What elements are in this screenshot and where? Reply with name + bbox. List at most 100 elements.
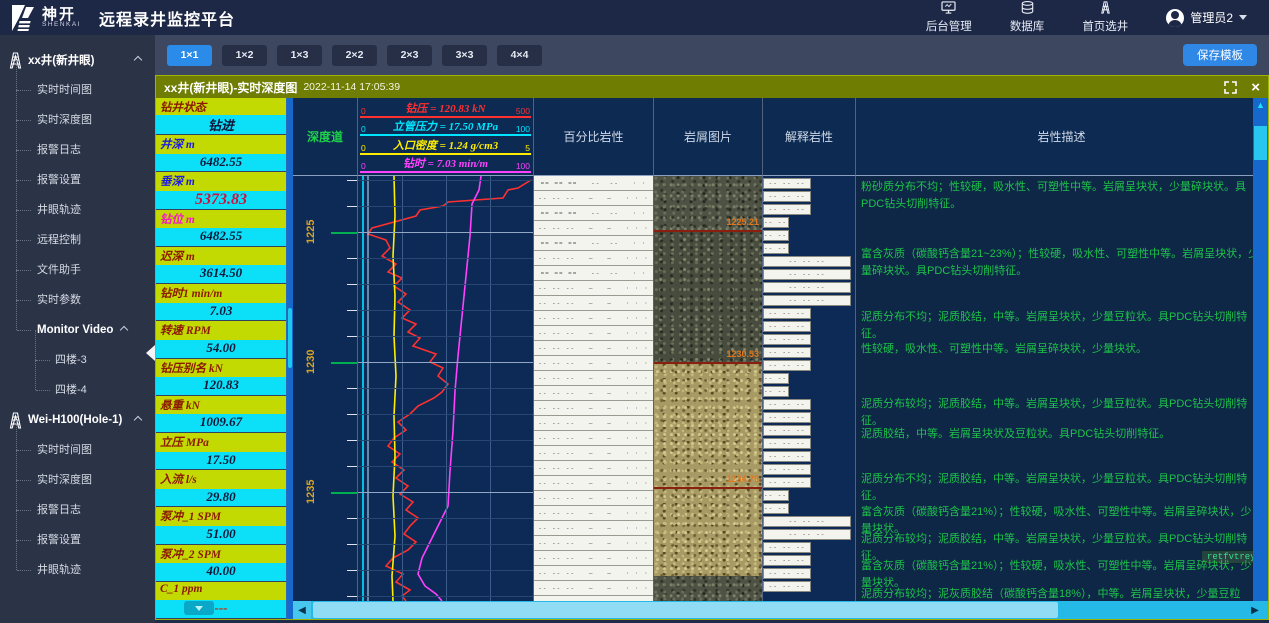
- curve-name-value: 入口密度 = 1.24 g/cm3: [393, 137, 498, 153]
- user-menu[interactable]: 管理员2: [1166, 9, 1247, 27]
- tree-item-实时参数[interactable]: 实时参数: [0, 285, 155, 315]
- interp-lithology-block: -- -- --: [763, 282, 851, 293]
- tree-item-文件助手[interactable]: 文件助手: [0, 255, 155, 285]
- depth-minor-tick: [347, 258, 357, 259]
- vertical-scrollbar[interactable]: ▲ ▼: [1253, 98, 1268, 619]
- scale-min: 0: [361, 161, 366, 171]
- horizontal-scrollbar[interactable]: ◀ ▶: [293, 601, 1268, 619]
- tree-item-报警日志[interactable]: 报警日志: [0, 135, 155, 165]
- depth-minor-tick: [347, 336, 357, 337]
- cuttings-photo-section: 1234.76: [654, 364, 762, 489]
- tree-item-井眼轨迹[interactable]: 井眼轨迹: [0, 195, 155, 225]
- cuttings-pictures-header: 岩屑图片: [654, 98, 763, 176]
- gridline-horizontal: [358, 310, 533, 311]
- param-label: 转速 RPM: [156, 321, 286, 340]
- tree-item-井眼轨迹[interactable]: 井眼轨迹: [0, 555, 155, 585]
- lithology-description-text: 泥质分布不均；泥质胶结，中等。岩屑呈块状，少量豆粒状。具PDC钻头切削特征。: [861, 309, 1260, 343]
- interp-lithology-block: -- -- --: [763, 373, 789, 384]
- depth-minor-tick: [347, 284, 357, 285]
- vertical-scrollbar-thumb[interactable]: [1254, 126, 1267, 160]
- interp-lithology-block: -- -- --: [763, 386, 789, 397]
- depth-minor-tick: [347, 570, 357, 571]
- depth-major-tick: [331, 492, 357, 494]
- tree-item-四楼-4[interactable]: 四楼-4: [0, 375, 155, 405]
- interp-lithology-block: -- -- --: [763, 503, 789, 514]
- cuttings-photo-section: [654, 576, 762, 601]
- lithology-description-text: 粉砂质分布不均；性较硬，吸水性、可塑性中等。岩屑呈块状，少量碎块状。具PDC钻头…: [861, 179, 1260, 213]
- horizontal-scrollbar-thumb[interactable]: [313, 602, 1058, 618]
- interpreted-lithology-header: 解释岩性: [763, 98, 856, 176]
- chevron-up-icon: [134, 56, 142, 64]
- percent-lithology-row: -- -- -- — — · · ·: [534, 281, 653, 296]
- interp-lithology-block: -- -- --: [763, 529, 851, 540]
- log-body: 122512301235 == == == -- -- · ·-- -- -- …: [293, 176, 1268, 601]
- cuttings-photo-section: 1230.53: [654, 232, 762, 364]
- layout-button-1×1[interactable]: 1×1: [167, 45, 212, 66]
- param-field-钻位: 钻位 m6482.55: [156, 210, 286, 247]
- layout-toolbar: 1×1 1×2 1×3 2×2 2×3 3×3 4×4 保存模板: [155, 35, 1269, 75]
- scroll-right-icon[interactable]: ▶: [1246, 601, 1264, 619]
- nav-label: 数据库: [1010, 18, 1045, 34]
- cuttings-photo-section: [654, 489, 762, 576]
- scroll-up-icon[interactable]: ▲: [1253, 98, 1268, 112]
- layout-button-2×3[interactable]: 2×3: [387, 45, 432, 66]
- percent-lithology-row: -- -- -- — — · · ·: [534, 521, 653, 536]
- tree-item-远程控制[interactable]: 远程控制: [0, 225, 155, 255]
- fullscreen-icon[interactable]: [1224, 81, 1237, 94]
- well-node-0[interactable]: xx井(新井眼): [0, 45, 155, 75]
- header-nav-derrick[interactable]: 首页选井: [1082, 1, 1128, 34]
- gridline-horizontal: [358, 388, 533, 389]
- tree-item-实时深度图[interactable]: 实时深度图: [0, 465, 155, 495]
- param-label: 钻时1 min/m: [156, 284, 286, 303]
- sidebar-collapse-handle[interactable]: [146, 345, 155, 361]
- gridline-horizontal: [358, 414, 533, 415]
- header-nav-database[interactable]: 数据库: [1010, 1, 1045, 34]
- nav-label: 后台管理: [926, 18, 972, 34]
- layout-button-1×3[interactable]: 1×3: [277, 45, 322, 66]
- gridline-horizontal: [358, 336, 533, 337]
- percent-lithology-row: == == == -- -- · ·: [534, 176, 653, 191]
- gridline-horizontal: [358, 180, 533, 181]
- curve-钻压: [368, 180, 531, 601]
- gridline-major: [358, 362, 533, 363]
- save-template-button[interactable]: 保存模板: [1183, 44, 1257, 66]
- interp-lithology-block: -- -- --: [763, 490, 789, 501]
- tree-item-monitor-video[interactable]: Monitor Video: [0, 315, 155, 345]
- tree-item-实时深度图[interactable]: 实时深度图: [0, 105, 155, 135]
- interp-lithology-block: -- -- --: [763, 204, 811, 215]
- well-node-1[interactable]: Wei-H100(Hole-1): [0, 405, 155, 435]
- cuttings-photo-section: 1225.21: [654, 176, 762, 232]
- percent-lithology-row: -- -- -- — — · · ·: [534, 566, 653, 581]
- layout-button-2×2[interactable]: 2×2: [332, 45, 377, 66]
- tree-item-四楼-3[interactable]: 四楼-3: [0, 345, 155, 375]
- interp-lithology-block: -- -- --: [763, 191, 811, 202]
- percent-lithology-row: -- -- -- — — · · ·: [534, 506, 653, 521]
- tree-item-报警设置[interactable]: 报警设置: [0, 165, 155, 195]
- param-field-钻压别名: 钻压别名 kN120.83: [156, 359, 286, 396]
- top-header: 神开 SHENKAI 远程录井监控平台 后台管理数据库首页选井 管理员2: [0, 0, 1269, 35]
- param-label: 迟深 m: [156, 247, 286, 266]
- layout-button-4×4[interactable]: 4×4: [497, 45, 542, 66]
- percent-lithology-row: -- -- -- — — · · ·: [534, 581, 653, 596]
- panel-timestamp: 2022-11-14 17:05:39: [303, 81, 400, 93]
- percent-lithology-row: -- -- -- — — · · ·: [534, 326, 653, 341]
- chevron-up-icon: [120, 326, 128, 334]
- param-label: 悬重 kN: [156, 396, 286, 415]
- interp-lithology-block: -- -- --: [763, 581, 811, 592]
- percent-lithology-row: -- -- -- — — · · ·: [534, 371, 653, 386]
- param-dropdown-button[interactable]: [184, 601, 214, 615]
- lithology-description-text: 性较硬，吸水性、可塑性中等。岩屑呈碎块状，少量块状。: [861, 341, 1260, 358]
- close-icon[interactable]: ×: [1251, 81, 1260, 94]
- layout-button-3×3[interactable]: 3×3: [442, 45, 487, 66]
- tree-item-报警设置[interactable]: 报警设置: [0, 525, 155, 555]
- tree-item-实时时间图[interactable]: 实时时间图: [0, 435, 155, 465]
- percent-lithology-row: -- -- -- — — · · ·: [534, 341, 653, 356]
- chevron-down-icon: [1239, 15, 1247, 20]
- scroll-left-icon[interactable]: ◀: [293, 601, 311, 619]
- param-value: 54.00: [156, 340, 286, 358]
- param-field-泵冲_2: 泵冲_2 SPM40.00: [156, 545, 286, 582]
- tree-item-报警日志[interactable]: 报警日志: [0, 495, 155, 525]
- layout-button-1×2[interactable]: 1×2: [222, 45, 267, 66]
- tree-item-实时时间图[interactable]: 实时时间图: [0, 75, 155, 105]
- header-nav-backstage-monitor[interactable]: 后台管理: [926, 1, 972, 34]
